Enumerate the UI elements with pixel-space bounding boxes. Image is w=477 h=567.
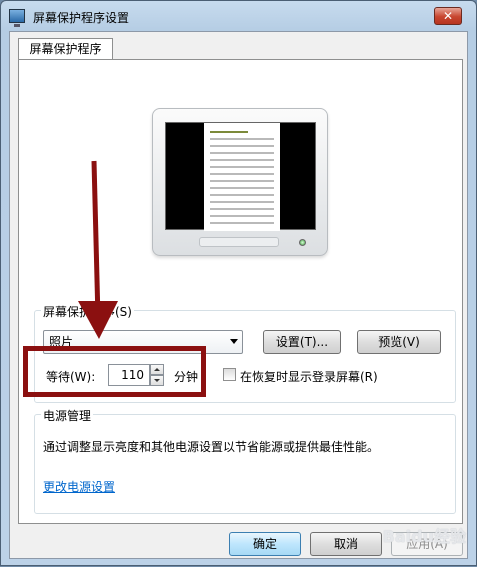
annotation-arrow-icon: [78, 160, 118, 339]
screensaver-settings-window: 屏幕保护程序设置 ✕ 屏幕保护程序 照片 设置(T)... 预览(V) 等待(W…: [0, 0, 477, 566]
watermark: Baidu经验: [382, 527, 466, 546]
